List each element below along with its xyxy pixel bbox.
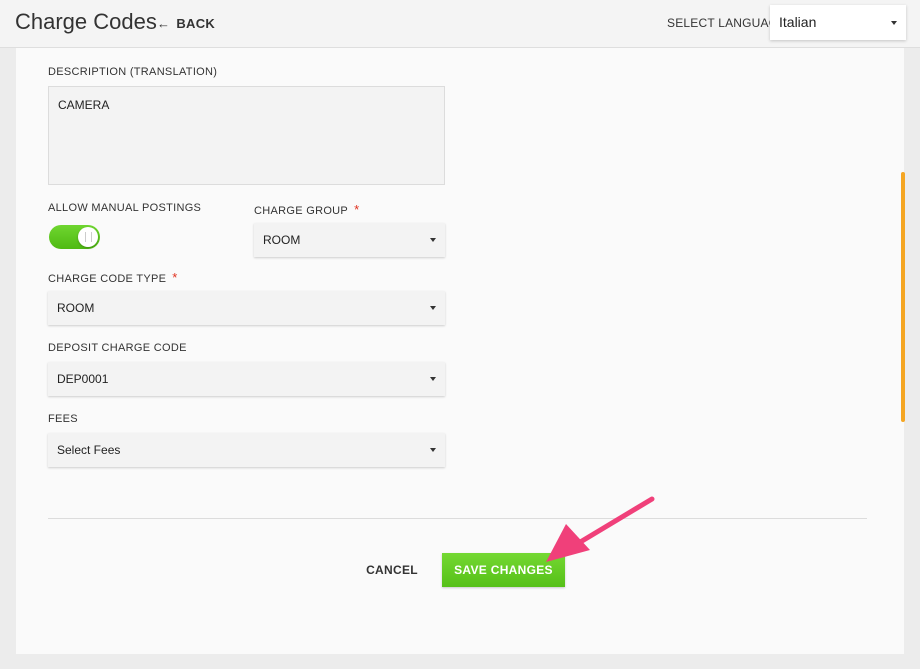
required-marker: * [354,202,360,217]
deposit-charge-code-label: DEPOSIT CHARGE CODE [48,342,187,354]
left-arrow-icon: ← [157,16,171,31]
charge-code-type-select[interactable]: ROOM [48,291,445,325]
deposit-charge-code-select[interactable]: DEP0001 [48,362,445,396]
save-changes-button[interactable]: SAVE CHANGES [442,553,565,587]
charge-group-label: CHARGE GROUP * [254,202,359,217]
fees-value: Select Fees [57,443,121,457]
charge-code-type-label-text: CHARGE CODE TYPE [48,273,167,285]
toggle-knob [78,227,98,247]
description-value: CAMERA [58,98,110,112]
caret-down-icon [430,306,436,310]
description-label: DESCRIPTION (TRANSLATION) [48,66,218,78]
deposit-charge-code-value: DEP0001 [57,372,109,386]
required-marker: * [172,270,178,285]
caret-down-icon [430,238,436,242]
caret-down-icon [430,448,436,452]
charge-code-type-label: CHARGE CODE TYPE * [48,270,178,285]
charge-group-value: ROOM [263,233,301,247]
scrollbar[interactable] [901,172,905,422]
language-value: Italian [779,14,817,30]
top-bar: Charge Codes ← BACK SELECT LANGUAGE Ital… [0,0,920,48]
allow-manual-postings-toggle[interactable] [49,225,100,249]
charge-group-label-text: CHARGE GROUP [254,205,349,217]
language-label: SELECT LANGUAGE [667,16,787,30]
page-title: Charge Codes [15,9,157,34]
divider [48,518,867,519]
caret-down-icon [430,377,436,381]
back-button[interactable]: ← BACK [157,16,215,31]
charge-group-select[interactable]: ROOM [254,223,445,257]
back-label: BACK [176,16,216,31]
fees-label: FEES [48,413,78,425]
description-textarea[interactable]: CAMERA [48,86,445,185]
language-select[interactable]: Italian [770,5,906,40]
caret-down-icon [891,20,897,25]
fees-select[interactable]: Select Fees [48,433,445,467]
charge-code-type-value: ROOM [57,301,95,315]
allow-manual-postings-label: ALLOW MANUAL POSTINGS [48,202,202,214]
cancel-button[interactable]: CANCEL [362,560,422,580]
